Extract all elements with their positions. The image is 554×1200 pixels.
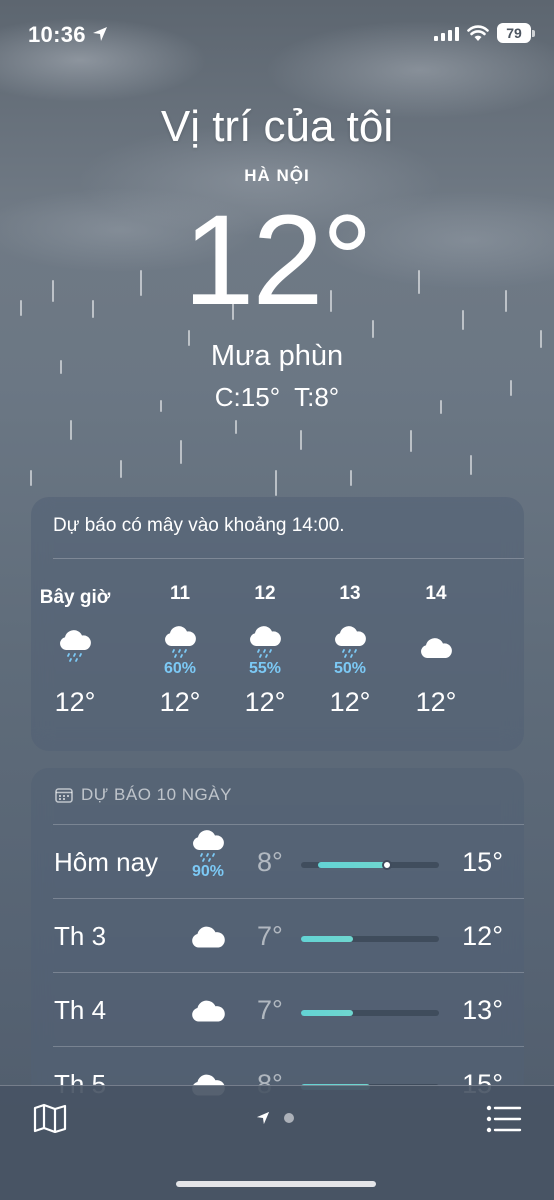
cloud-icon [192,926,225,948]
ten-day-header-label: DỰ BÁO 10 NGÀY [81,785,232,804]
low-temperature: T:8° [294,382,340,412]
hourly-item: 13 50% 12° [308,583,392,717]
temperature-range-bar [301,936,439,942]
hourly-forecast-card[interactable]: Dự báo có mây vào khoảng 14:00. Bây giờ 1… [31,497,524,751]
hourly-item: 12 55% 12° [223,583,307,717]
forecast-summary: Dự báo có mây vào khoảng 14:00. [53,515,345,536]
cloud-drizzle-icon [165,626,196,658]
high-low-temperature: C:15° T:8° [0,382,554,413]
hour-label: 14 [425,583,447,604]
status-time: 10:36 [28,22,86,47]
hour-label: 13 [339,583,361,604]
hour-temperature: 12° [54,687,96,717]
hour-temperature: 12° [415,687,457,717]
hour-temperature: 12° [159,687,201,717]
battery-indicator: 79 [497,23,535,43]
wifi-icon [467,25,489,41]
temperature-range-fill [318,862,388,868]
temperature-range-bar [301,1010,439,1016]
hourly-item: 11 60% 12° [138,583,222,717]
cloud-icon [421,638,452,658]
high-temperature: 12° [462,921,503,951]
location-title: Vị trí của tôi [160,102,394,151]
hour-temperature: 12° [329,687,371,717]
precip-chance: 55% [248,660,282,677]
day-row[interactable]: Th 3 7° 12° [31,899,524,973]
ten-day-forecast-card[interactable]: DỰ BÁO 10 NGÀY Hôm nay 90% 8° 15° Th 3 7° 12° T… [31,768,524,1108]
high-temperature: C:15° [214,382,281,412]
day-name: Th 4 [54,995,107,1025]
precip-chance: 90% [191,863,225,880]
page-dot [284,1113,294,1123]
cloud-drizzle-icon [335,626,366,658]
hour-label: Bây giờ [39,587,111,608]
temperature-range-fill [301,1010,353,1016]
temperature-range-fill [301,936,353,942]
current-temp-dot [382,860,393,870]
high-temperature: 13° [462,995,503,1025]
day-row[interactable]: Hôm nay 90% 8° 15° [31,825,524,899]
cellular-signal-icon [434,27,459,41]
hour-label: 12 [254,583,276,604]
weather-condition: Mưa phùn [210,340,344,372]
hourly-item: 14 12° [394,583,478,717]
page-indicator[interactable] [256,1111,294,1125]
location-arrow-icon [256,1111,270,1125]
precip-chance [33,664,117,682]
hourly-item: Bây giờ 12° [33,583,117,717]
list-icon[interactable] [486,1104,522,1134]
precip-chance: 50% [333,660,367,677]
day-row[interactable]: Th 4 7° 13° [31,973,524,1047]
cloud-drizzle-icon [193,830,224,862]
temperature-range-bar [301,860,439,870]
home-indicator[interactable] [176,1181,376,1187]
city-name: HÀ NỘI [244,166,310,185]
calendar-icon [55,788,73,803]
day-name: Th 3 [54,921,107,951]
precip-chance: 60% [163,660,197,677]
hour-label: 11 [169,583,191,604]
map-icon[interactable] [33,1103,67,1133]
hour-temperature: 12° [244,687,286,717]
high-temperature: 15° [462,847,503,877]
day-name: Hôm nay [54,847,159,877]
divider [53,558,524,559]
bottom-toolbar [0,1085,554,1200]
ten-day-header: DỰ BÁO 10 NGÀY [55,785,232,805]
cloud-drizzle-icon [250,626,281,658]
precip-chance [394,660,478,678]
status-bar: 10:36 79 [0,18,554,50]
cloud-icon [192,1000,225,1022]
cloud-drizzle-icon [60,630,91,662]
current-temperature: 12° [183,189,373,332]
location-arrow-icon [93,27,107,41]
